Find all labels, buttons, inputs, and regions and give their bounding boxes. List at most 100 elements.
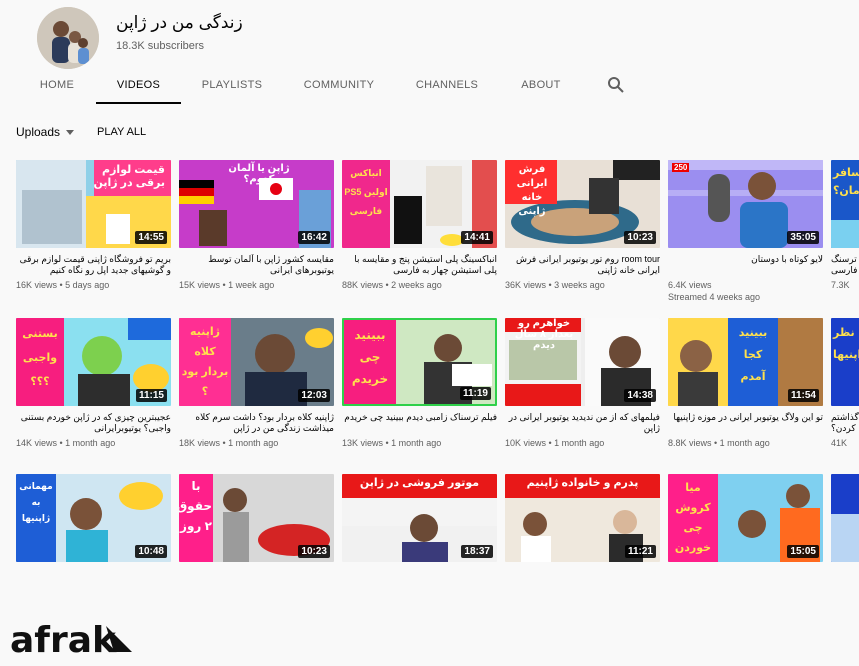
- video-meta: 15K views • 1 week ago: [179, 280, 275, 290]
- video-title[interactable]: تو این ولاگ یوتیوبر ایرانی در موزه ژاپنی…: [668, 412, 823, 434]
- video-title[interactable]: فیلم ترسناک زامبی دیدم ببینید چی خریدم: [342, 412, 497, 434]
- video-title[interactable]: room tour روم تور یوتیوبر ایرانی فرش ایر…: [505, 254, 660, 276]
- channel-name[interactable]: زندگی من در ژاپن: [116, 13, 243, 33]
- video-card[interactable]: [831, 474, 859, 562]
- channel-tabs: HOME VIDEOS PLAYLISTS COMMUNITY CHANNELS…: [0, 66, 859, 104]
- video-thumbnail[interactable]: خواهرم رو بعداز ۸ سال دیدم 14:38: [505, 318, 660, 406]
- video-card[interactable]: مهمانی به ژاپنیها 10:48: [16, 474, 171, 562]
- video-card[interactable]: ببینید کجا آمدم 11:54 تو این ولاگ یوتیوب…: [668, 318, 823, 449]
- search-icon[interactable]: [606, 75, 626, 95]
- video-card[interactable]: انباکس اولین PS5 فارسی 14:41 انباکسینگ پ…: [342, 160, 497, 291]
- video-thumbnail[interactable]: مهمانی به ژاپنیها 10:48: [16, 474, 171, 562]
- video-card[interactable]: خواهرم رو بعداز ۸ سال دیدم 14:38 فیلمهای…: [505, 318, 660, 449]
- video-thumbnail[interactable]: موتور فروشی در ژاپن 18:37: [342, 474, 497, 562]
- video-thumbnail[interactable]: با حقوق ۲ روز 10:23: [179, 474, 334, 562]
- video-thumbnail[interactable]: ژاپن یا آلمان کدوم؟ 16:42: [179, 160, 334, 248]
- video-duration: 11:54: [787, 389, 819, 402]
- video-thumbnail[interactable]: قیمت لوازم برقی در ژاپن 14:55: [16, 160, 171, 248]
- video-card[interactable]: با حقوق ۲ روز 10:23: [179, 474, 334, 562]
- thumb-caption: قیمت لوازم برقی در ژاپن: [93, 164, 165, 189]
- thumb-caption: بستنی واجبی ؟؟؟: [22, 328, 58, 388]
- thumb-caption: سافر مان؟: [833, 167, 859, 197]
- video-title[interactable]: مقایسه کشور ژاپن با آلمان توسط یوتیوبرها…: [179, 254, 334, 276]
- caret-down-icon: [66, 129, 75, 135]
- video-card[interactable]: فرش ایرانی خانه ژاپنی 10:23 room tour رو…: [505, 160, 660, 291]
- video-card[interactable]: ژاپن یا آلمان کدوم؟ 16:42 مقایسه کشور ژا…: [179, 160, 334, 291]
- thumb-caption: نظر ژاپنیها: [833, 327, 859, 361]
- video-duration: 14:41: [461, 231, 493, 244]
- video-title[interactable]: ژاپنیه کلاه بردار بود؟ داشت سرم کلاه میذ…: [179, 412, 334, 434]
- video-thumbnail[interactable]: پدرم و خانواده ژاپنیم 11:21: [505, 474, 660, 562]
- video-meta: 8.8K views • 1 month ago: [668, 438, 770, 448]
- channel-header: زندگی من در ژاپن 18.3K subscribers HOME …: [0, 0, 859, 104]
- video-title[interactable]: گذاشتم کردن؟: [831, 412, 859, 434]
- video-card[interactable]: موتور فروشی در ژاپن 18:37: [342, 474, 497, 562]
- video-thumbnail[interactable]: بستنی واجبی ؟؟؟ 11:15: [16, 318, 171, 406]
- video-card[interactable]: سافر مان؟ ترسنگ فارسی 7.3K: [831, 160, 859, 291]
- thumb-caption: فرش ایرانی خانه ژاپنی: [516, 164, 548, 217]
- video-title[interactable]: ترسنگ فارسی: [831, 254, 859, 276]
- thumb-caption: ببینید کجا آمدم: [738, 327, 768, 383]
- video-title[interactable]: لایو کوتاه با دوستان: [668, 254, 823, 276]
- video-card[interactable]: نظر ژاپنیها گذاشتم کردن؟ 41K: [831, 318, 859, 449]
- thumb-caption: پدرم و خانواده ژاپنیم: [526, 477, 639, 489]
- video-thumbnail[interactable]: سافر مان؟: [831, 160, 859, 248]
- video-thumbnail[interactable]: ببینید کجا آمدم 11:54: [668, 318, 823, 406]
- video-card[interactable]: 250 35:05 لایو کوتاه با دوستان 6.4K view…: [668, 160, 823, 303]
- video-meta: 41K: [831, 438, 848, 448]
- tab-community[interactable]: COMMUNITY: [296, 66, 382, 104]
- sort-label: Uploads: [16, 125, 61, 139]
- live-badge: 250: [672, 163, 690, 172]
- video-card[interactable]: میا کروش چی خوردن 15:05: [668, 474, 823, 562]
- channel-avatar[interactable]: [37, 7, 99, 69]
- video-title[interactable]: انباکسینگ پلی استیشن پنج و مقایسه با پلی…: [342, 254, 497, 276]
- videos-content: Uploads PLAY ALL قیمت لوازم برقی در ژاپن…: [0, 104, 859, 661]
- video-duration: 18:37: [461, 545, 493, 558]
- play-all-button[interactable]: PLAY ALL: [97, 126, 146, 138]
- tab-about[interactable]: ABOUT: [509, 66, 573, 104]
- video-duration: 15:05: [787, 545, 819, 558]
- tab-channels[interactable]: CHANNELS: [405, 66, 489, 104]
- video-meta: 18K views • 1 month ago: [179, 438, 279, 448]
- video-thumbnail[interactable]: ببینید چی خریدم 11:19: [342, 318, 497, 406]
- video-thumbnail[interactable]: انباکس اولین PS5 فارسی 14:41: [342, 160, 497, 248]
- video-duration: 14:38: [624, 389, 656, 402]
- thumb-caption: میا کروش چی خوردن: [674, 482, 712, 554]
- video-title[interactable]: بریم تو فروشگاه ژاپنی قیمت لوازم برقی و …: [16, 254, 171, 276]
- video-duration: 35:05: [787, 231, 819, 244]
- video-thumbnail[interactable]: ژاپنیه کلاه بردار بود ؟ 12:03: [179, 318, 334, 406]
- tab-videos[interactable]: VIDEOS: [96, 66, 181, 104]
- video-card[interactable]: بستنی واجبی ؟؟؟ 11:15 عجیبترین چیزی که د…: [16, 318, 171, 449]
- video-thumbnail[interactable]: فرش ایرانی خانه ژاپنی 10:23: [505, 160, 660, 248]
- video-duration: 11:15: [135, 389, 167, 402]
- video-thumbnail[interactable]: نظر ژاپنیها: [831, 318, 859, 406]
- video-thumbnail[interactable]: [831, 474, 859, 562]
- video-meta: 13K views • 1 month ago: [342, 438, 442, 448]
- video-duration: 14:55: [135, 231, 167, 244]
- afrak-watermark-logo: afrak: [10, 616, 135, 661]
- video-duration: 10:23: [298, 545, 330, 558]
- sort-dropdown[interactable]: Uploads: [16, 125, 75, 139]
- tab-home[interactable]: HOME: [24, 66, 90, 104]
- video-meta: 10K views • 1 month ago: [505, 438, 605, 448]
- video-meta: 36K views • 3 weeks ago: [505, 280, 605, 290]
- video-meta: 16K views • 5 days ago: [16, 280, 110, 290]
- video-duration: 10:48: [135, 545, 167, 558]
- video-duration: 10:23: [624, 231, 656, 244]
- video-thumbnail[interactable]: میا کروش چی خوردن 15:05: [668, 474, 823, 562]
- video-card[interactable]: ببینید چی خریدم 11:19 فیلم ترسناک زامبی …: [342, 318, 497, 449]
- thumb-caption: ژاپن یا آلمان کدوم؟: [228, 163, 290, 185]
- video-duration: 16:42: [298, 231, 330, 244]
- video-meta: 6.4K views: [668, 280, 712, 290]
- video-card[interactable]: پدرم و خانواده ژاپنیم 11:21: [505, 474, 660, 562]
- video-card[interactable]: قیمت لوازم برقی در ژاپن 14:55 بریم تو فر…: [16, 160, 171, 291]
- tab-playlists[interactable]: PLAYLISTS: [190, 66, 274, 104]
- video-duration: 11:21: [624, 545, 656, 558]
- thumb-caption: خواهرم رو بعداز ۸ سال دیدم: [514, 318, 574, 351]
- video-meta: 14K views • 1 month ago: [16, 438, 116, 448]
- video-card[interactable]: ژاپنیه کلاه بردار بود ؟ 12:03 ژاپنیه کلا…: [179, 318, 334, 449]
- video-thumbnail[interactable]: 250 35:05: [668, 160, 823, 248]
- video-title[interactable]: عجیبترین چیزی که در ژاپن خوردم بستنی واج…: [16, 412, 171, 434]
- video-meta: 7.3K: [831, 280, 850, 290]
- video-title[interactable]: فیلمهای که از من ندیدید یوتیوبر ایرانی د…: [505, 412, 660, 434]
